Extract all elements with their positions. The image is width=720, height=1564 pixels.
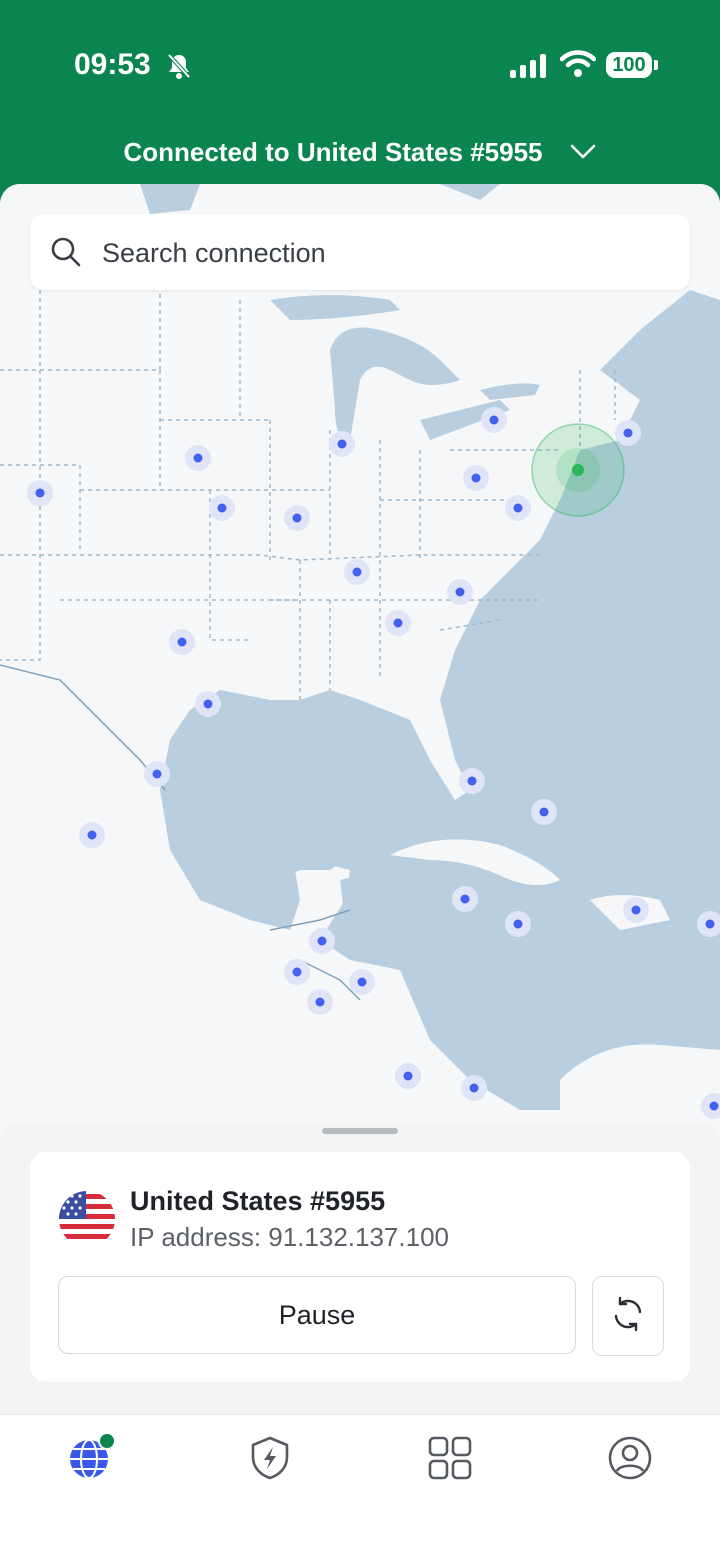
marker-14 [195, 691, 221, 717]
marker-5 [329, 431, 355, 457]
status-bar: 09:53 100 [0, 0, 720, 120]
tab-protection[interactable] [246, 1436, 294, 1484]
tab-map[interactable] [68, 1431, 116, 1484]
marker-17 [531, 799, 557, 825]
marker-3 [209, 495, 235, 521]
search-input[interactable] [100, 226, 664, 280]
marker-27 [395, 1063, 421, 1089]
marker-7 [463, 465, 489, 491]
marker-19 [452, 886, 478, 912]
marker-13 [169, 629, 195, 655]
search-bar[interactable] [30, 214, 690, 290]
server-map[interactable] [0, 184, 720, 1144]
marker-29 [701, 1093, 720, 1119]
us-flag-icon [58, 1190, 116, 1253]
chevron-down-icon [569, 137, 597, 168]
marker-6 [481, 407, 507, 433]
marker-23 [309, 928, 335, 954]
battery-indicator: 100 [606, 52, 652, 78]
bell-muted-icon [166, 52, 192, 85]
status-time: 09:53 [74, 48, 151, 81]
reconnect-button[interactable] [592, 1276, 664, 1356]
marker-layer [27, 407, 720, 1119]
marker-11 [447, 579, 473, 605]
marker-8 [505, 495, 531, 521]
wifi-icon [559, 50, 597, 83]
marker-2 [185, 445, 211, 471]
marker-26 [307, 989, 333, 1015]
connection-status-header[interactable]: Connected to United States #5955 [0, 128, 720, 176]
marker-24 [284, 959, 310, 985]
connection-status-label: Connected to United States #5955 [123, 136, 543, 167]
globe-icon [67, 1431, 117, 1488]
cellular-signal-icon [510, 54, 550, 83]
grid-icon [427, 1435, 473, 1486]
marker-20 [505, 911, 531, 937]
battery-cap [654, 60, 658, 70]
connected-server-marker [531, 423, 625, 517]
sheet-grabber[interactable] [322, 1128, 398, 1134]
marker-15 [144, 761, 170, 787]
marker-12 [385, 610, 411, 636]
marker-28 [461, 1075, 487, 1101]
tab-tools[interactable] [426, 1436, 474, 1484]
profile-icon [607, 1435, 653, 1486]
marker-25 [349, 969, 375, 995]
marker-1 [27, 480, 53, 506]
refresh-icon [610, 1296, 646, 1337]
marker-22 [697, 911, 720, 937]
marker-10 [344, 559, 370, 585]
marker-9 [615, 420, 641, 446]
marker-21 [623, 897, 649, 923]
marker-4 [284, 505, 310, 531]
pause-button[interactable]: Pause [58, 1276, 576, 1354]
tab-profile[interactable] [606, 1436, 654, 1484]
marker-18 [79, 822, 105, 848]
ip-address: IP address: 91.132.137.100 [130, 1222, 449, 1252]
marker-16 [459, 768, 485, 794]
search-icon [50, 236, 82, 273]
shield-bolt-icon [247, 1435, 293, 1486]
server-name: United States #5955 [130, 1186, 386, 1216]
